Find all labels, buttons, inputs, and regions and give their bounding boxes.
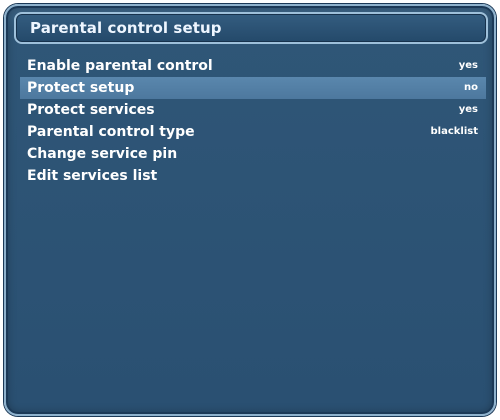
menu-item-label: Enable parental control [27,58,213,74]
menu-item-protect-services[interactable]: Protect services yes [20,99,486,121]
menu-item-value: blacklist [430,126,479,137]
menu-item-enable-parental-control[interactable]: Enable parental control yes [20,55,486,77]
settings-menu-list: Enable parental control yes Protect setu… [20,55,486,187]
menu-item-label: Edit services list [27,168,158,184]
menu-item-value: no [464,82,478,93]
title-bar: Parental control setup [14,12,488,44]
menu-item-parental-control-type[interactable]: Parental control type blacklist [20,121,486,143]
menu-item-label: Change service pin [27,146,178,162]
menu-item-value: yes [458,104,478,115]
menu-item-label: Parental control type [27,124,195,140]
menu-item-change-service-pin[interactable]: Change service pin [20,143,486,165]
menu-item-label: Protect setup [27,80,135,96]
menu-item-protect-setup[interactable]: Protect setup no [20,77,486,99]
dialog-window: Parental control setup Enable parental c… [4,4,496,416]
menu-item-edit-services-list[interactable]: Edit services list [20,165,486,187]
menu-item-label: Protect services [27,102,155,118]
menu-item-value: yes [458,60,478,71]
dialog-title: Parental control setup [30,19,222,37]
